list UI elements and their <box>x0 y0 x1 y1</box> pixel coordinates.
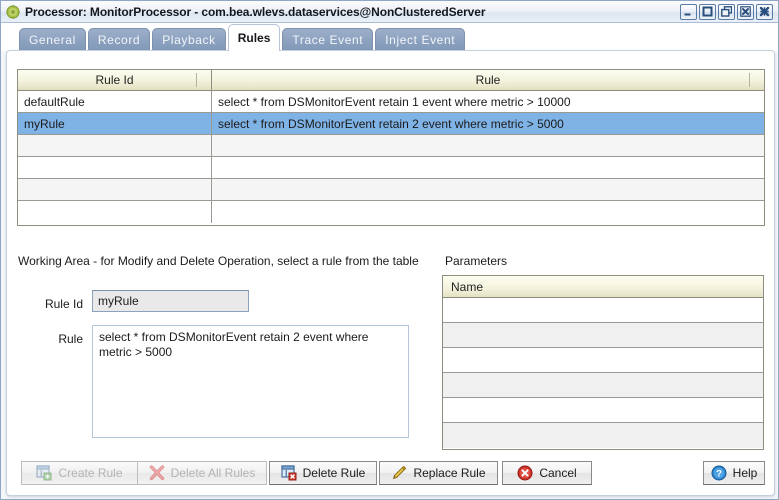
cell-rule <box>212 201 764 223</box>
list-item[interactable] <box>443 373 763 398</box>
column-header-rule-id[interactable]: Rule Id <box>18 70 212 90</box>
button-label: Create Rule <box>58 466 123 480</box>
window-title: Processor: MonitorProcessor - com.bea.wl… <box>25 4 486 19</box>
column-header-label: Name <box>451 279 484 294</box>
button-label: Help <box>732 466 758 480</box>
table-row[interactable] <box>18 179 764 201</box>
tab-label: Inject Event <box>385 33 456 47</box>
button-label: Cancel <box>539 466 577 480</box>
rule-id-label: Rule Id <box>44 297 83 311</box>
list-item[interactable] <box>443 298 763 323</box>
column-resize-grip[interactable] <box>749 73 750 87</box>
tab-label: Trace Event <box>292 33 364 47</box>
button-label: Delete All Rules <box>170 466 256 480</box>
tab-inject-event[interactable]: Inject Event <box>375 28 466 51</box>
rules-table[interactable]: Rule Id Rule defaultRule select * from D… <box>17 69 765 226</box>
table-row[interactable] <box>18 157 764 179</box>
cell-rule-id <box>18 179 212 200</box>
list-item[interactable] <box>443 398 763 423</box>
help-button[interactable]: ? Help <box>703 461 765 485</box>
cell-rule <box>212 157 764 178</box>
button-bar: Create Rule Delete All Rules Delete Rule… <box>7 459 776 489</box>
maximize-button[interactable] <box>699 3 716 20</box>
column-header-label: Rule Id <box>95 73 134 87</box>
column-resize-grip[interactable] <box>196 73 197 87</box>
tab-strip: General Record Playback Rules Trace Even… <box>1 23 778 51</box>
processor-window: Processor: MonitorProcessor - com.bea.wl… <box>0 0 779 500</box>
parameters-heading: Parameters <box>445 254 508 268</box>
cell-rule: select * from DSMonitorEvent retain 2 ev… <box>218 116 564 131</box>
close-frame-button[interactable] <box>737 3 754 20</box>
list-item[interactable] <box>443 423 763 448</box>
window-delete-icon <box>281 465 297 481</box>
tab-trace-event[interactable]: Trace Event <box>282 28 374 51</box>
delete-all-rules-button[interactable]: Delete All Rules <box>137 461 267 485</box>
close-window-button[interactable] <box>756 3 773 20</box>
new-window-add-icon <box>36 465 52 481</box>
column-header-label: Rule <box>475 73 501 87</box>
replace-rule-button[interactable]: Replace Rule <box>379 461 498 485</box>
parameters-table[interactable]: Name <box>442 275 764 450</box>
rules-table-header: Rule Id Rule <box>18 70 764 91</box>
tab-general[interactable]: General <box>19 28 86 51</box>
window-controls <box>680 3 773 20</box>
rule-label: Rule <box>58 332 83 346</box>
tab-playback[interactable]: Playback <box>152 28 226 51</box>
rule-id-input[interactable] <box>92 290 249 312</box>
svg-text:?: ? <box>716 469 722 480</box>
delete-rule-button[interactable]: Delete Rule <box>269 461 377 485</box>
button-label: Delete Rule <box>302 466 366 480</box>
restore-button[interactable] <box>718 3 735 20</box>
rules-tab-panel: Rule Id Rule defaultRule select * from D… <box>6 50 775 496</box>
cancel-button[interactable]: Cancel <box>502 461 592 485</box>
tab-label: Rules <box>237 31 271 45</box>
table-row[interactable]: defaultRule select * from DSMonitorEvent… <box>18 91 764 113</box>
cell-rule: select * from DSMonitorEvent retain 1 ev… <box>218 94 571 109</box>
parameters-table-header[interactable]: Name <box>443 276 763 298</box>
button-label: Replace Rule <box>413 466 486 480</box>
minimize-button[interactable] <box>680 3 697 20</box>
cell-rule <box>212 179 764 200</box>
list-item[interactable] <box>443 348 763 373</box>
tab-label: General <box>29 33 76 47</box>
cell-rule-id: myRule <box>18 113 212 134</box>
column-header-rule[interactable]: Rule <box>212 70 764 90</box>
table-row[interactable]: myRule select * from DSMonitorEvent reta… <box>18 113 764 135</box>
cell-rule-id <box>18 201 212 223</box>
red-x-icon <box>149 465 165 481</box>
table-row[interactable] <box>18 201 764 223</box>
tab-rules[interactable]: Rules <box>227 24 281 51</box>
rule-textarea[interactable]: select * from DSMonitorEvent retain 2 ev… <box>92 325 409 438</box>
cell-rule-id <box>18 135 212 156</box>
table-row[interactable] <box>18 135 764 157</box>
cell-rule-id: defaultRule <box>18 91 212 112</box>
tab-label: Playback <box>162 33 216 47</box>
list-item[interactable] <box>443 323 763 348</box>
tab-label: Record <box>97 33 141 47</box>
tab-record[interactable]: Record <box>87 28 151 51</box>
gear-icon <box>6 4 20 19</box>
window-titlebar: Processor: MonitorProcessor - com.bea.wl… <box>1 1 778 23</box>
cell-rule <box>212 135 764 156</box>
help-circle-icon: ? <box>711 465 727 481</box>
cancel-circle-icon <box>517 465 533 481</box>
create-rule-button[interactable]: Create Rule <box>21 461 138 485</box>
pencil-icon <box>391 465 407 481</box>
working-area-heading: Working Area - for Modify and Delete Ope… <box>18 254 419 268</box>
cell-rule-id <box>18 157 212 178</box>
